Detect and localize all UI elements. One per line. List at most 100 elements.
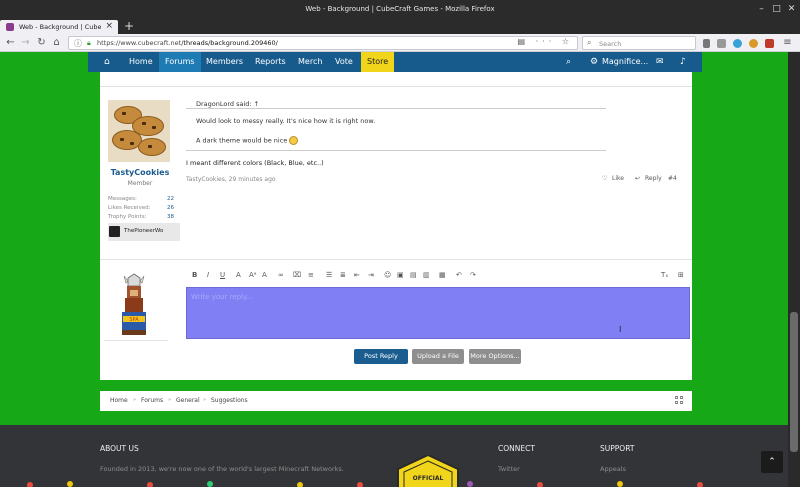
url-bar[interactable]: ⓘ 🔒︎ https://www.cubecraft.net/threads/b… xyxy=(68,36,578,50)
footer-appeals-link[interactable]: Appeals xyxy=(600,465,626,473)
lock-icon: 🔒︎ xyxy=(87,39,91,47)
bullet-list-icon[interactable]: ☰ xyxy=(326,271,332,279)
nav-reports[interactable]: Reports xyxy=(249,52,292,72)
url-text[interactable]: https://www.cubecraft.net/threads/backgr… xyxy=(97,39,278,47)
breadcrumb-home[interactable]: Home xyxy=(110,397,128,404)
close-window-icon[interactable]: ✕ xyxy=(786,4,797,15)
editor-toolbar: B I U A Aᵃ A ∞ ⌧ ≡ ☰ ≣ ⇤ ⇥ ☺ ▣ ▤ ▥ ▦ ↶ ↷… xyxy=(186,271,692,283)
svg-text:SPA: SPA xyxy=(129,317,139,323)
like-button[interactable]: Like xyxy=(612,175,624,182)
breadcrumb-suggestions[interactable]: Suggestions xyxy=(211,397,248,404)
underline-icon[interactable]: U xyxy=(220,271,225,279)
grid-icon[interactable] xyxy=(675,396,684,405)
user-badge[interactable]: ThePioneerWo xyxy=(108,223,180,241)
outdent-icon[interactable]: ⇤ xyxy=(354,271,360,279)
library-icon[interactable] xyxy=(703,39,710,48)
home-icon[interactable]: ⌂ xyxy=(50,36,63,49)
reply-button[interactable]: Reply xyxy=(645,175,662,182)
media-icon[interactable]: ▤ xyxy=(410,271,417,279)
font-family-icon[interactable]: A xyxy=(262,271,267,279)
unlink-icon[interactable]: ⌧ xyxy=(293,271,301,279)
new-tab-button[interactable]: + xyxy=(124,19,134,33)
footer-support-title: SUPPORT xyxy=(600,444,635,453)
site-nav: ⌂ Home Forums Members Reports Merch Vote… xyxy=(88,52,702,72)
numbered-list-icon[interactable]: ≣ xyxy=(340,271,346,279)
footer-about-text: Founded in 2013, we're now one of the wo… xyxy=(100,465,344,473)
scrollbar-thumb[interactable] xyxy=(790,312,798,452)
stat-label: Likes Received: xyxy=(108,205,151,211)
upload-file-button[interactable]: Upload a File xyxy=(412,349,464,364)
current-user-avatar: SPA xyxy=(104,272,168,341)
editor-placeholder: Write your reply... xyxy=(191,293,253,301)
indent-icon[interactable]: ⇥ xyxy=(368,271,374,279)
extension-blue-icon[interactable] xyxy=(733,39,742,48)
image-icon[interactable]: ▣ xyxy=(397,271,404,279)
back-icon[interactable]: ← xyxy=(4,36,17,49)
search-nav-icon[interactable]: ⌕ xyxy=(566,57,571,67)
divider xyxy=(100,86,692,87)
nav-store[interactable]: Store xyxy=(361,52,395,72)
sidebar-icon[interactable] xyxy=(717,39,726,48)
bold-icon[interactable]: B xyxy=(192,271,197,279)
stat-label: Trophy Points: xyxy=(108,214,147,220)
align-icon[interactable]: ≡ xyxy=(308,271,314,279)
reply-icon[interactable]: ↩ xyxy=(635,175,640,182)
reply-editor[interactable]: Write your reply... I xyxy=(186,287,690,339)
smilie-icon[interactable]: ☺ xyxy=(384,271,391,279)
redo-icon[interactable]: ↷ xyxy=(470,271,476,279)
undo-icon[interactable]: ↶ xyxy=(456,271,462,279)
quote-text-2-content: A dark theme would be nice xyxy=(196,136,288,145)
user-menu[interactable]: Magnifice... xyxy=(598,52,652,72)
nav-members[interactable]: Members xyxy=(200,52,249,72)
like-icon[interactable]: ♡ xyxy=(602,175,607,182)
page-actions-icon[interactable]: ▤ ··· ☆ xyxy=(518,37,573,46)
quote-author[interactable]: DragonLord said: ↑ xyxy=(196,100,259,108)
extension-red-icon[interactable] xyxy=(765,39,774,48)
minimize-icon[interactable]: – xyxy=(756,4,767,15)
conversations-icon[interactable]: ✉ xyxy=(656,57,664,67)
decorative-flowers xyxy=(27,481,703,487)
stat-likes: Likes Received: 26 xyxy=(108,205,174,211)
menu-icon[interactable]: ≡ xyxy=(781,36,794,49)
breadcrumb-forums[interactable]: Forums xyxy=(141,397,163,404)
quote-divider xyxy=(186,108,606,109)
stat-value: 38 xyxy=(167,214,174,220)
footer-twitter-link[interactable]: Twitter xyxy=(498,465,520,473)
spoiler-icon[interactable]: ▦ xyxy=(439,271,446,279)
nav-merch[interactable]: Merch xyxy=(292,52,328,72)
site-info-icon[interactable]: ⓘ xyxy=(74,38,82,49)
home-nav-icon[interactable]: ⌂ xyxy=(104,57,110,67)
text-color-icon[interactable]: A xyxy=(236,271,241,279)
quote-icon[interactable]: ▥ xyxy=(423,271,430,279)
forward-icon[interactable]: → xyxy=(19,36,32,49)
post-meta[interactable]: TastyCookies, 29 minutes ago xyxy=(186,176,276,183)
page-scrollbar[interactable] xyxy=(788,52,800,487)
breadcrumb-separator-icon: » xyxy=(203,397,207,403)
close-tab-icon[interactable]: × xyxy=(105,21,113,31)
post-number[interactable]: #4 xyxy=(668,175,677,182)
username[interactable]: TastyCookies xyxy=(104,168,176,177)
more-options-button[interactable]: More Options... xyxy=(469,349,521,364)
maximize-icon[interactable]: □ xyxy=(771,4,782,15)
tab-strip: Web - Background | CubeCraf × + xyxy=(0,19,800,34)
nav-vote[interactable]: Vote xyxy=(329,52,359,72)
remove-format-icon[interactable]: Tₓ xyxy=(661,271,668,279)
link-icon[interactable]: ∞ xyxy=(278,271,284,279)
window-title: Web - Background | CubeCraft Games - Moz… xyxy=(305,5,495,13)
alerts-bell-icon[interactable]: ♪ xyxy=(680,57,686,67)
post-reply-button[interactable]: Post Reply xyxy=(354,349,408,364)
scroll-to-top-button[interactable]: ⌃ xyxy=(761,451,783,473)
extension-orange-icon[interactable] xyxy=(749,39,758,48)
user-avatar[interactable] xyxy=(108,100,170,162)
reload-icon[interactable]: ↻ xyxy=(35,36,48,49)
toggle-bbcode-icon[interactable]: ⊞ xyxy=(678,271,684,279)
user-avatar-icon[interactable]: ⚙ xyxy=(590,57,598,67)
nav-home[interactable]: Home xyxy=(123,52,159,72)
breadcrumb-general[interactable]: General xyxy=(176,397,200,404)
nav-forums[interactable]: Forums xyxy=(159,52,201,72)
search-box[interactable]: ⌕ Search xyxy=(582,36,696,50)
browser-toolbar: ← → ↻ ⌂ ⓘ 🔒︎ https://www.cubecraft.net/t… xyxy=(0,34,800,52)
browser-tab[interactable]: Web - Background | CubeCraf × xyxy=(0,20,118,34)
font-size-icon[interactable]: Aᵃ xyxy=(249,271,257,279)
italic-icon[interactable]: I xyxy=(207,271,209,279)
